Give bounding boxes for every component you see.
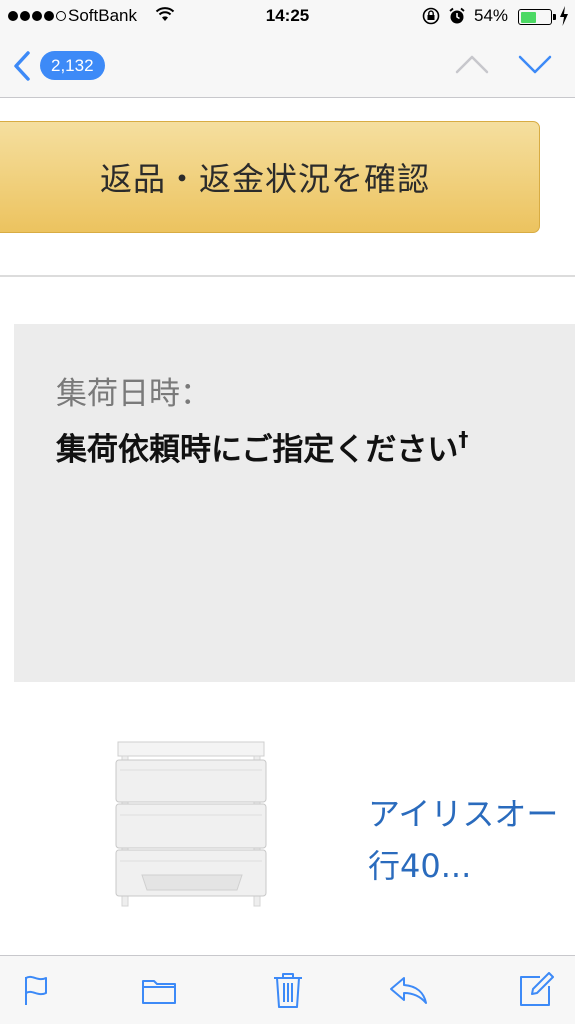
product-image[interactable] [112,740,272,910]
battery-percent: 54% [474,6,509,25]
pickup-footnote-mark: † [458,427,469,451]
product-title-link[interactable]: アイリスオー 行40... [368,788,575,892]
unread-count-badge[interactable]: 2,132 [40,51,105,80]
back-chevron-icon[interactable] [8,48,40,84]
next-message-icon[interactable] [517,52,553,76]
status-bar: SoftBank 14:25 54% [0,0,575,34]
pickup-info-box: 集荷日時： 集荷依頼時にご指定ください† [14,324,575,682]
previous-message-icon[interactable] [455,52,489,76]
mail-nav-bar: 2,132 [0,34,575,98]
battery-nub [553,14,556,20]
product-title-line-2: 行40... [368,847,472,885]
flag-icon[interactable] [16,970,56,1010]
mail-toolbar [0,955,575,1024]
pickup-datetime-text: 集荷依頼時にご指定ください [56,432,459,468]
charging-bolt-icon [559,5,569,31]
alarm-icon [448,7,466,30]
compose-icon[interactable] [516,970,556,1010]
pickup-datetime-label: 集荷日時： [56,376,211,412]
divider [0,275,575,277]
pickup-datetime-value: 集荷依頼時にご指定ください† [56,424,468,469]
battery-icon [518,9,552,25]
check-return-status-label: 返品・返金状況を確認 [99,160,430,198]
check-return-status-button[interactable]: 返品・返金状況を確認 [0,121,540,233]
folder-icon[interactable] [139,970,179,1010]
trash-icon[interactable] [268,970,308,1010]
orientation-lock-icon [422,7,440,30]
reply-icon[interactable] [389,970,429,1010]
product-title-line-1: アイリスオー [368,795,559,833]
